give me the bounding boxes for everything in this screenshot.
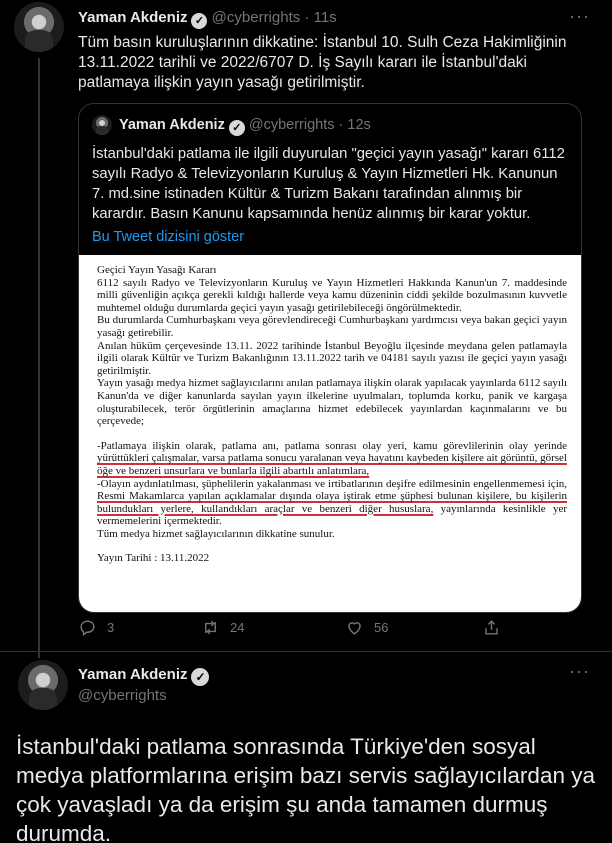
tweet-header: Yaman Akdeniz ✓ @cyberrights · 11s: [78, 9, 337, 29]
doc-bullet: -Olayın aydınlatılması, şüphelilerin yak…: [97, 477, 568, 528]
more-horizontal-icon[interactable]: ···: [569, 661, 590, 682]
quote-author-name: Yaman Akdeniz: [119, 117, 225, 133]
retweet-count: 24: [230, 620, 245, 635]
doc-paragraph: Yayın yasağı medya hizmet sağlayıcıların…: [97, 377, 567, 428]
share-icon: [485, 620, 498, 635]
doc-paragraph: 6112 sayılı Radyo ve Televizyonların Kur…: [97, 276, 567, 314]
divider: [0, 651, 612, 652]
tweet-text: Tüm basın kuruluşlarının dikkatine: İsta…: [78, 34, 567, 91]
quote-header: Yaman Akdeniz ✓ @cyberrights · 12s: [119, 117, 371, 136]
tweet-actions: 3 24 56: [78, 618, 508, 642]
doc-paragraph: Tüm medya hizmet sağlayıcılarının dikkat…: [97, 527, 335, 540]
doc-bullet: -Patlamaya ilişkin olarak, patlama anı, …: [97, 439, 567, 477]
reply-button[interactable]: 3: [78, 618, 114, 637]
more-horizontal-icon[interactable]: ···: [569, 6, 590, 27]
doc-paragraph: Anılan hüküm çerçevesinde 13.11. 2022 ta…: [97, 339, 567, 377]
reply-icon: [80, 620, 95, 637]
show-thread-link[interactable]: Bu Tweet dizisini göster: [92, 229, 244, 245]
quote-text: İstanbul'daki patlama ile ilgili duyurul…: [92, 146, 565, 222]
quoted-tweet[interactable]: Yaman Akdeniz ✓ @cyberrights · 12s İstanb…: [78, 103, 582, 613]
doc-date: Yayın Tarihi : 13.11.2022: [97, 552, 210, 565]
author-handle[interactable]: @cyberrights: [212, 9, 301, 26]
document-image[interactable]: Geçici Yayın Yasağı Kararı 6112 sayılı R…: [79, 255, 581, 612]
author-handle[interactable]: @cyberrights: [78, 687, 167, 704]
doc-paragraph: Bu durumlarda Cumhurbaşkanı veya görevle…: [97, 314, 567, 339]
avatar[interactable]: [18, 660, 68, 710]
avatar[interactable]: [14, 2, 64, 52]
heart-icon: [348, 622, 361, 635]
quote-timestamp: 12s: [347, 117, 371, 133]
like-count: 56: [374, 620, 389, 635]
author-name[interactable]: Yaman Akdeniz: [78, 9, 187, 26]
quote-author-handle: @cyberrights: [248, 117, 335, 133]
share-button[interactable]: [482, 618, 501, 637]
retweet-icon: [205, 620, 216, 635]
author-name: Yaman Akdeniz ✓: [78, 666, 210, 686]
doc-underlined-text: yürüttükleri çalışmalar, varsa patlama s…: [97, 452, 567, 477]
tweet-text: İstanbul'daki patlama sonrasında Türkiye…: [16, 734, 595, 843]
like-button[interactable]: 56: [345, 618, 388, 637]
tweet-timestamp[interactable]: 11s: [314, 9, 337, 26]
verified-badge-icon: ✓: [191, 13, 208, 29]
verified-badge-icon: ✓: [191, 668, 210, 686]
verified-badge-icon: ✓: [228, 120, 245, 136]
thread-line: [38, 58, 40, 658]
reply-count: 3: [107, 620, 115, 635]
quote-avatar: [92, 115, 112, 135]
retweet-button[interactable]: 24: [201, 618, 244, 637]
doc-title: Geçici Yayın Yasağı Kararı: [97, 264, 217, 276]
